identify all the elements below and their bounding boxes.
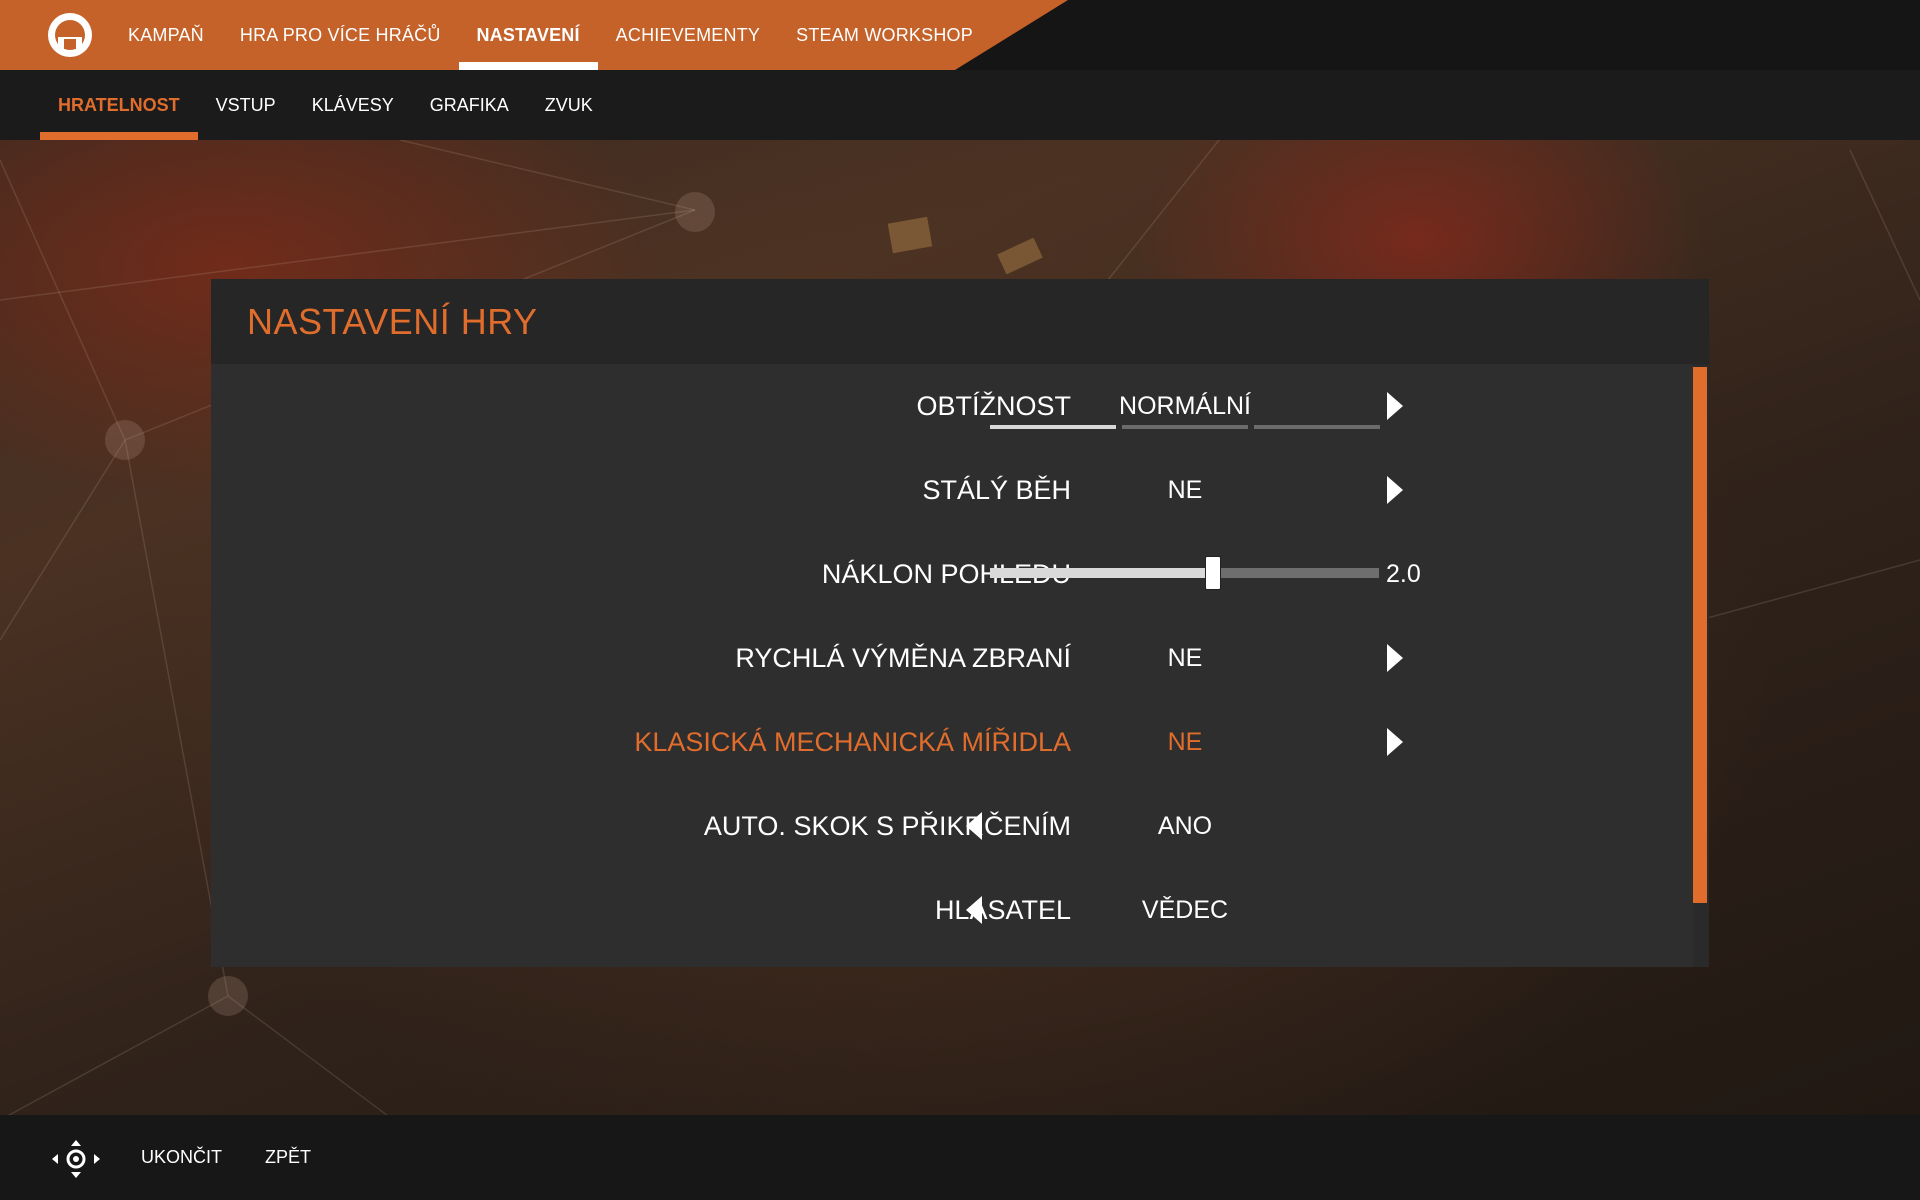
dpad-icon: [52, 1140, 100, 1178]
setting-row-auto-crouch-jump[interactable]: AUTO. SKOK S PŘIKRČENÍM ANO: [211, 784, 1671, 868]
quit-button[interactable]: UKONČIT: [141, 1115, 222, 1200]
next-arrow-icon[interactable]: [1387, 728, 1403, 756]
setting-value: VĚDEC: [1141, 895, 1229, 924]
slider-handle[interactable]: [1204, 556, 1221, 590]
game-settings-panel: NASTAVENÍ HRY OBTÍŽNOST NORMÁLNÍ STÁLÝ B…: [211, 279, 1709, 967]
difficulty-segment-3: [1254, 425, 1380, 429]
subtab-grafika[interactable]: GRAFIKA: [412, 70, 527, 140]
tab-multiplayer[interactable]: HRA PRO VÍCE HRÁČŮ: [222, 0, 459, 70]
sub-tabs: HRATELNOST VSTUP KLÁVESY GRAFIKA ZVUK: [40, 70, 611, 140]
panel-header: NASTAVENÍ HRY: [211, 279, 1709, 364]
setting-value: NE: [1167, 727, 1203, 756]
subtab-vstup[interactable]: VSTUP: [198, 70, 294, 140]
panel-title: NASTAVENÍ HRY: [247, 301, 538, 342]
subtab-klavesy[interactable]: KLÁVESY: [294, 70, 412, 140]
settings-sub-navigation: HRATELNOST VSTUP KLÁVESY GRAFIKA ZVUK: [0, 70, 1920, 140]
setting-value: NORMÁLNÍ: [1119, 391, 1251, 420]
top-tabs: KAMPAŇ HRA PRO VÍCE HRÁČŮ NASTAVENÍ ACHI…: [110, 0, 991, 70]
setting-value: ANO: [1157, 811, 1213, 840]
back-button[interactable]: ZPĚT: [265, 1115, 311, 1200]
setting-row-view-tilt[interactable]: NÁKLON POHLEDU 2.0: [211, 532, 1671, 616]
lambda-logo-icon[interactable]: [46, 11, 94, 59]
tab-achievements[interactable]: ACHIEVEMENTY: [598, 0, 778, 70]
difficulty-segment-1: [990, 425, 1116, 429]
scrollbar-thumb[interactable]: [1693, 367, 1707, 903]
setting-row-difficulty[interactable]: OBTÍŽNOST NORMÁLNÍ: [211, 364, 1671, 448]
previous-arrow-icon[interactable]: [966, 896, 982, 924]
setting-row-always-run[interactable]: STÁLÝ BĚH NE: [211, 448, 1671, 532]
next-arrow-icon[interactable]: [1387, 644, 1403, 672]
subtab-zvuk[interactable]: ZVUK: [527, 70, 611, 140]
setting-row-classic-iron-sights[interactable]: KLASICKÁ MECHANICKÁ MÍŘIDLA NE: [211, 700, 1671, 784]
slider-value: 2.0: [1386, 559, 1421, 588]
tab-steam-workshop[interactable]: STEAM WORKSHOP: [778, 0, 991, 70]
tab-kampan[interactable]: KAMPAŇ: [110, 0, 222, 70]
top-navigation-bar: KAMPAŇ HRA PRO VÍCE HRÁČŮ NASTAVENÍ ACHI…: [0, 0, 1920, 70]
setting-row-quick-weapon-switch[interactable]: RYCHLÁ VÝMĚNA ZBRANÍ NE: [211, 616, 1671, 700]
subtab-hratelnost[interactable]: HRATELNOST: [40, 70, 198, 140]
tab-nastaveni[interactable]: NASTAVENÍ: [458, 0, 598, 70]
setting-row-announcer[interactable]: HLASATEL VĚDEC: [211, 868, 1671, 952]
next-arrow-icon[interactable]: [1387, 476, 1403, 504]
previous-arrow-icon[interactable]: [966, 812, 982, 840]
next-arrow-icon[interactable]: [1387, 392, 1403, 420]
slider-fill: [990, 568, 1212, 578]
setting-value: NE: [1167, 643, 1203, 672]
view-tilt-slider[interactable]: [990, 568, 1379, 578]
setting-value: NE: [1167, 475, 1203, 504]
difficulty-segment-2: [1122, 425, 1248, 429]
